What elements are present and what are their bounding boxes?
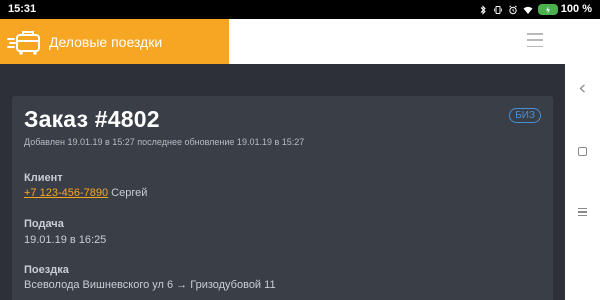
back-icon[interactable] bbox=[578, 84, 587, 93]
status-bar: 15:31 100 % bbox=[0, 0, 600, 19]
alarm-icon bbox=[509, 5, 517, 14]
menu-line bbox=[578, 211, 587, 213]
pickup-label: Подача bbox=[24, 218, 64, 230]
app-window: Деловые поездки Заказ #4802 БИЗ Добавлен… bbox=[0, 19, 565, 300]
status-icons bbox=[478, 4, 558, 15]
hamburger-menu-button[interactable] bbox=[527, 33, 543, 47]
system-nav-bar bbox=[565, 19, 600, 300]
client-name: Сергей bbox=[111, 187, 148, 199]
order-meta: Добавлен 19.01.19 в 15:27 последнее обно… bbox=[24, 137, 305, 147]
client-label: Клиент bbox=[24, 172, 63, 184]
trip-label: Поездка bbox=[24, 264, 69, 276]
battery-percent: 100 % bbox=[560, 3, 592, 15]
menu-icon[interactable] bbox=[578, 208, 587, 216]
vibrate-icon bbox=[494, 5, 502, 14]
class-badge: БИЗ bbox=[509, 108, 541, 123]
menu-line bbox=[527, 45, 543, 47]
menu-line bbox=[527, 39, 543, 41]
brand-block: Деловые поездки bbox=[0, 19, 229, 64]
order-title: Заказ #4802 bbox=[24, 106, 160, 132]
app-header: Деловые поездки bbox=[0, 19, 565, 64]
menu-line bbox=[578, 208, 587, 210]
pickup-value: 19.01.19 в 16:25 bbox=[24, 234, 107, 246]
wifi-icon bbox=[523, 6, 533, 14]
menu-line bbox=[578, 214, 587, 216]
home-icon[interactable] bbox=[578, 147, 587, 156]
battery-icon bbox=[538, 4, 558, 15]
order-card: Заказ #4802 БИЗ Добавлен 19.01.19 в 15:2… bbox=[12, 96, 553, 300]
menu-line bbox=[527, 33, 543, 35]
app-title: Деловые поездки bbox=[49, 33, 163, 50]
bluetooth-icon bbox=[480, 4, 486, 15]
suitcase-logo-icon bbox=[7, 30, 40, 55]
trip-value: Всеволода Вишневского ул 6 → Гризодубово… bbox=[24, 279, 276, 291]
client-value: +7 123-456-7890 Сергей bbox=[24, 187, 147, 199]
client-phone-link[interactable]: +7 123-456-7890 bbox=[24, 187, 108, 199]
status-time: 15:31 bbox=[8, 3, 37, 15]
